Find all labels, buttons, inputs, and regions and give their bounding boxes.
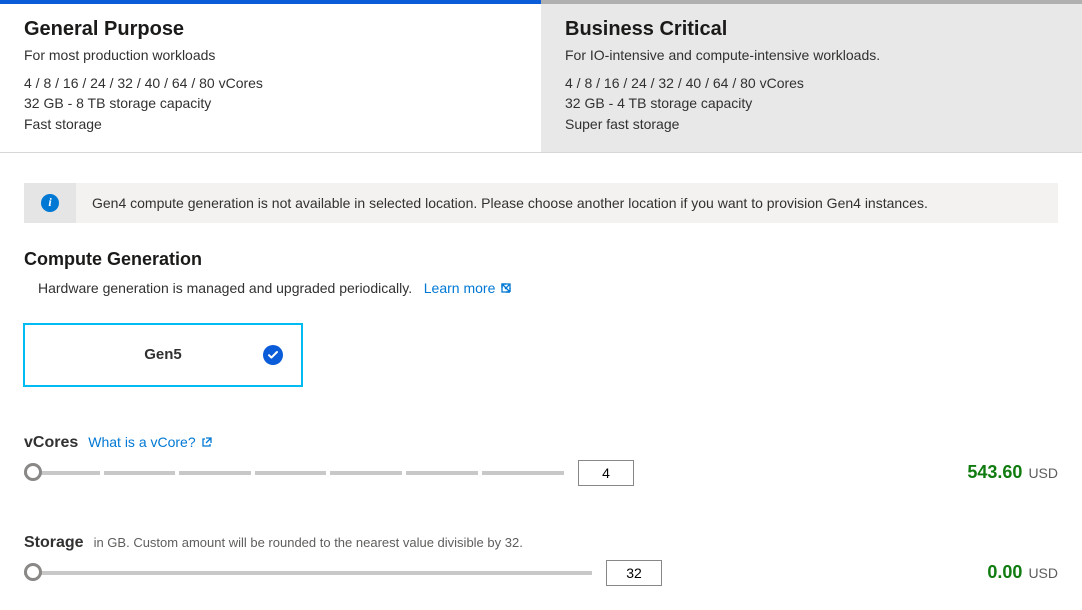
tier-spec-line: 32 GB - 8 TB storage capacity — [24, 93, 517, 113]
what-is-vcore-link[interactable]: What is a vCore? — [88, 434, 211, 450]
check-icon — [263, 345, 283, 365]
tier-spec-line: Fast storage — [24, 114, 517, 134]
tier-spec-line: 4 / 8 / 16 / 24 / 32 / 40 / 64 / 80 vCor… — [24, 73, 517, 93]
vcores-input[interactable] — [578, 460, 634, 486]
compute-generation-sub: Hardware generation is managed and upgra… — [38, 280, 1058, 296]
what-is-vcore-text: What is a vCore? — [88, 434, 195, 450]
compute-generation-sub-text: Hardware generation is managed and upgra… — [38, 280, 412, 296]
vcores-slider[interactable] — [24, 463, 564, 483]
tier-specs: 4 / 8 / 16 / 24 / 32 / 40 / 64 / 80 vCor… — [24, 73, 517, 134]
slider-track — [24, 471, 564, 475]
vcores-title: vCores — [24, 434, 78, 452]
tier-spec-line: 32 GB - 4 TB storage capacity — [565, 93, 1058, 113]
compute-generation-title: Compute Generation — [24, 249, 1058, 270]
compute-generation-option-gen5[interactable]: Gen5 — [24, 324, 302, 386]
storage-price-value: 0.00 — [987, 562, 1022, 583]
vcores-section: vCores What is a vCore? 543.60 — [24, 434, 1058, 486]
info-icon: i — [41, 194, 59, 212]
divider — [0, 152, 1082, 153]
storage-slider[interactable] — [24, 563, 592, 583]
storage-input[interactable] — [606, 560, 662, 586]
storage-section: Storage in GB. Custom amount will be rou… — [24, 534, 1058, 586]
info-banner-text: Gen4 compute generation is not available… — [76, 183, 1058, 223]
info-icon-wrap: i — [24, 183, 76, 223]
compute-generation-option-label: Gen5 — [144, 346, 182, 363]
storage-price-currency: USD — [1028, 565, 1058, 581]
slider-thumb[interactable] — [24, 563, 42, 581]
storage-price: 0.00 USD — [987, 562, 1058, 583]
storage-note: in GB. Custom amount will be rounded to … — [94, 535, 523, 550]
tier-desc: For IO-intensive and compute-intensive w… — [565, 47, 1058, 63]
slider-track — [24, 571, 592, 575]
info-banner: i Gen4 compute generation is not availab… — [24, 183, 1058, 223]
tier-title: Business Critical — [565, 18, 1058, 41]
learn-more-link[interactable]: Learn more — [424, 280, 511, 296]
tier-spec-line: 4 / 8 / 16 / 24 / 32 / 40 / 64 / 80 vCor… — [565, 73, 1058, 93]
tier-spec-line: Super fast storage — [565, 114, 1058, 134]
tier-selector: General Purpose For most production work… — [0, 0, 1082, 152]
slider-thumb[interactable] — [24, 463, 42, 481]
external-link-icon — [202, 438, 212, 450]
tier-specs: 4 / 8 / 16 / 24 / 32 / 40 / 64 / 80 vCor… — [565, 73, 1058, 134]
vcores-price-currency: USD — [1028, 465, 1058, 481]
external-link-icon — [501, 284, 511, 296]
vcores-price-value: 543.60 — [967, 462, 1022, 483]
tier-title: General Purpose — [24, 18, 517, 41]
tier-desc: For most production workloads — [24, 47, 517, 63]
storage-title: Storage — [24, 534, 84, 552]
learn-more-text: Learn more — [424, 280, 496, 296]
vcores-price: 543.60 USD — [967, 462, 1058, 483]
tier-general-purpose[interactable]: General Purpose For most production work… — [0, 0, 541, 152]
tier-business-critical[interactable]: Business Critical For IO-intensive and c… — [541, 0, 1082, 152]
